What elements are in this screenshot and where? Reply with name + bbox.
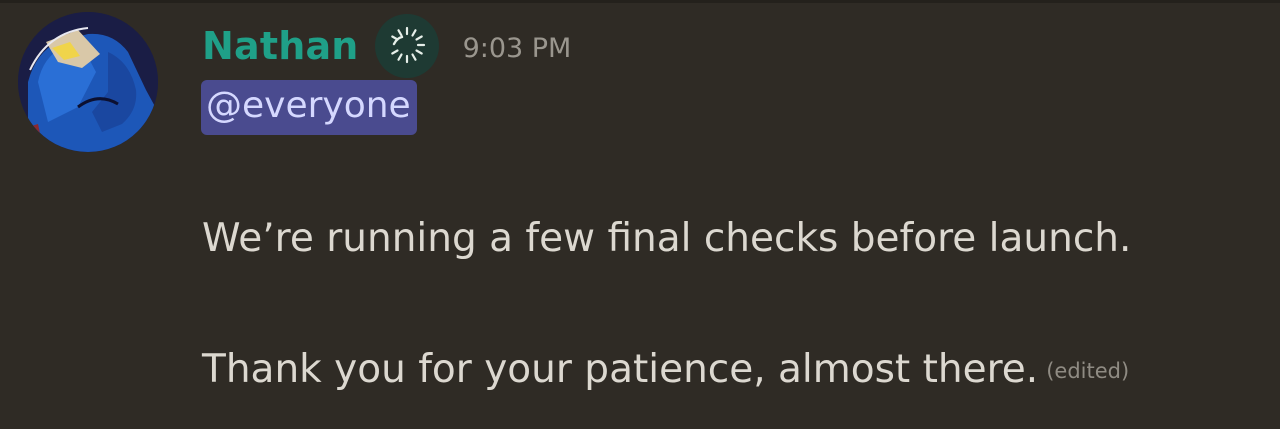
message-header: Nathan 9:03 PM <box>202 14 572 78</box>
avatar[interactable] <box>18 12 158 152</box>
burst-icon <box>390 26 425 64</box>
message-timestamp[interactable]: 9:03 PM <box>463 33 572 64</box>
everyone-mention[interactable]: @everyone <box>201 80 417 135</box>
message-text: We’re running a few final checks before … <box>202 216 1132 261</box>
chat-message: Nathan 9:03 PM @everyone We’re running a… <box>0 0 1280 429</box>
edited-label: (edited) <box>1046 359 1130 383</box>
message-text-line: Thank you for your patience, almost ther… <box>202 345 1129 396</box>
server-tag-badge-icon[interactable] <box>374 14 439 78</box>
avatar-image <box>18 12 158 152</box>
message-text: Thank you for your patience, almost ther… <box>202 347 1039 392</box>
username[interactable]: Nathan <box>202 24 359 68</box>
message-text-line: We’re running a few final checks before … <box>202 214 1131 264</box>
